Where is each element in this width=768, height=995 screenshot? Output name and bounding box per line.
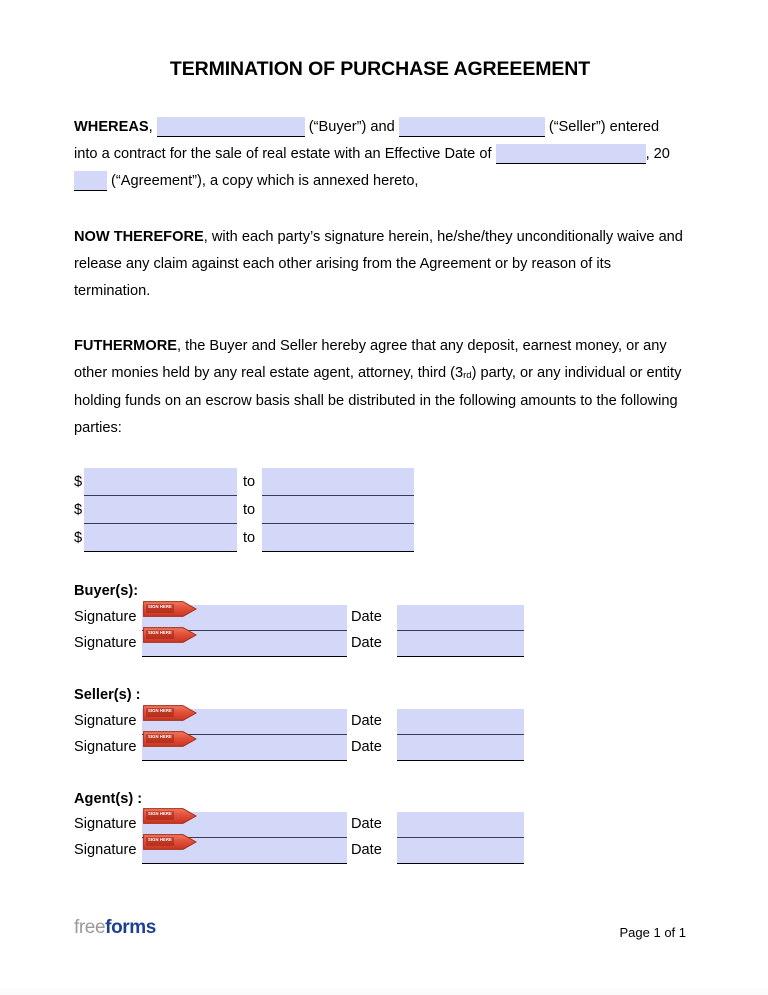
dollar-sign-label: $	[74, 530, 83, 547]
buyer-date-field-2[interactable]	[397, 630, 524, 657]
whereas-effdate-suffix: , 20	[645, 146, 670, 163]
signature-label: Signature	[74, 712, 137, 729]
amount-row: $ to	[74, 468, 686, 497]
sign-here-tag-icon[interactable]: SIGN HERE	[143, 730, 197, 747]
date-label: Date	[351, 738, 382, 755]
signature-section-heading: Seller(s) :	[74, 686, 141, 703]
logo-text-free: free	[74, 917, 106, 938]
dollar-sign-label: $	[74, 502, 83, 519]
document-page: TERMINATION OF PURCHASE AGREEEMENT WHERE…	[0, 0, 768, 995]
signature-rows: Signature SIGN HERE Date Signature SIGN …	[74, 601, 686, 658]
futhermore-lead: FUTHERMORE	[74, 338, 177, 355]
signature-section-heading: Agent(s) :	[74, 790, 143, 807]
party-field-2[interactable]	[262, 496, 414, 525]
effective-date-field[interactable]	[495, 144, 646, 165]
sign-here-tag-icon[interactable]: SIGN HERE	[143, 834, 197, 851]
signature-rows: Signature SIGN HERE Date Signature SIGN …	[74, 808, 686, 865]
paragraph-now-therefore: NOW THEREFORE, with each party’s signatu…	[74, 224, 686, 305]
seller-date-field-2[interactable]	[397, 734, 524, 761]
page-title: TERMINATION OF PURCHASE AGREEEMENT	[169, 58, 591, 80]
seller-date-field-1[interactable]	[397, 708, 524, 735]
signature-row: Signature SIGN HERE Date	[74, 627, 686, 657]
signature-row: Signature SIGN HERE Date	[74, 730, 686, 761]
sign-here-tag-icon[interactable]: SIGN HERE	[143, 601, 197, 617]
now-therefore-lead: NOW THEREFORE	[74, 229, 204, 246]
signature-rows: Signature SIGN HERE Date Signature SIGN …	[74, 704, 686, 762]
page-number: Page 1 of 1	[619, 925, 687, 940]
dollar-sign-label: $	[74, 474, 83, 491]
whereas-lead: WHEREAS	[74, 119, 149, 136]
party-field-1[interactable]	[262, 468, 414, 497]
signature-section-heading: Buyer(s):	[74, 583, 139, 600]
year-field[interactable]	[74, 171, 107, 192]
date-label: Date	[351, 608, 382, 625]
amount-field-3[interactable]	[84, 524, 237, 553]
document-body: TERMINATION OF PURCHASE AGREEEMENT WHERE…	[74, 0, 686, 865]
signature-section-buyers: Buyer(s): Signature SIGN HERE Date Signa…	[74, 584, 686, 658]
buyer-date-field-1[interactable]	[397, 604, 524, 631]
signature-label: Signature	[74, 634, 137, 651]
paragraph-whereas: WHEREAS, (“Buyer”) and (“Seller”) entere…	[74, 114, 686, 195]
signature-section-agents: Agent(s) : Signature SIGN HERE Date Sign…	[74, 790, 686, 866]
sign-here-tag-icon[interactable]: SIGN HERE	[143, 808, 197, 825]
sign-here-tag-icon[interactable]: SIGN HERE	[143, 704, 197, 721]
amount-row: $ to	[74, 496, 686, 525]
paragraph-futhermore: FUTHERMORE, the Buyer and Seller hereby …	[74, 333, 686, 442]
party-field-3[interactable]	[262, 524, 414, 553]
date-label: Date	[351, 712, 382, 729]
date-label: Date	[351, 634, 382, 651]
page-bottom-edge	[0, 989, 768, 995]
whereas-buyer-suffix: (“Buyer”) and	[304, 119, 399, 136]
amount-distribution-block: $ to $ to $ to	[74, 468, 686, 553]
amount-field-1[interactable]	[84, 468, 237, 497]
page-footer: freeforms Page 1 of 1	[74, 918, 686, 952]
signature-label: Signature	[74, 842, 137, 859]
whereas-year-suffix: (“Agreement”), a copy which is annexed h…	[107, 173, 419, 190]
signature-label: Signature	[74, 738, 137, 755]
signature-row: Signature SIGN HERE Date	[74, 834, 686, 865]
amount-field-2[interactable]	[84, 496, 237, 525]
date-label: Date	[351, 816, 382, 833]
logo-text-forms: forms	[105, 917, 156, 938]
amount-row: $ to	[74, 524, 686, 553]
signature-label: Signature	[74, 608, 137, 625]
to-label: to	[243, 502, 256, 519]
seller-name-field[interactable]	[398, 117, 545, 138]
to-label: to	[243, 530, 256, 547]
signature-label: Signature	[74, 816, 137, 833]
ordinal-suffix: rd	[463, 370, 472, 382]
sign-here-tag-icon[interactable]: SIGN HERE	[143, 627, 197, 643]
agent-date-field-2[interactable]	[397, 838, 524, 865]
to-label: to	[243, 474, 256, 491]
buyer-name-field[interactable]	[156, 117, 305, 138]
agent-date-field-1[interactable]	[397, 812, 524, 839]
freeforms-logo[interactable]: freeforms	[74, 918, 156, 937]
date-label: Date	[351, 842, 382, 859]
signature-section-sellers: Seller(s) : Signature SIGN HERE Date Sig…	[74, 688, 686, 762]
whereas-after-lead: ,	[148, 119, 157, 136]
